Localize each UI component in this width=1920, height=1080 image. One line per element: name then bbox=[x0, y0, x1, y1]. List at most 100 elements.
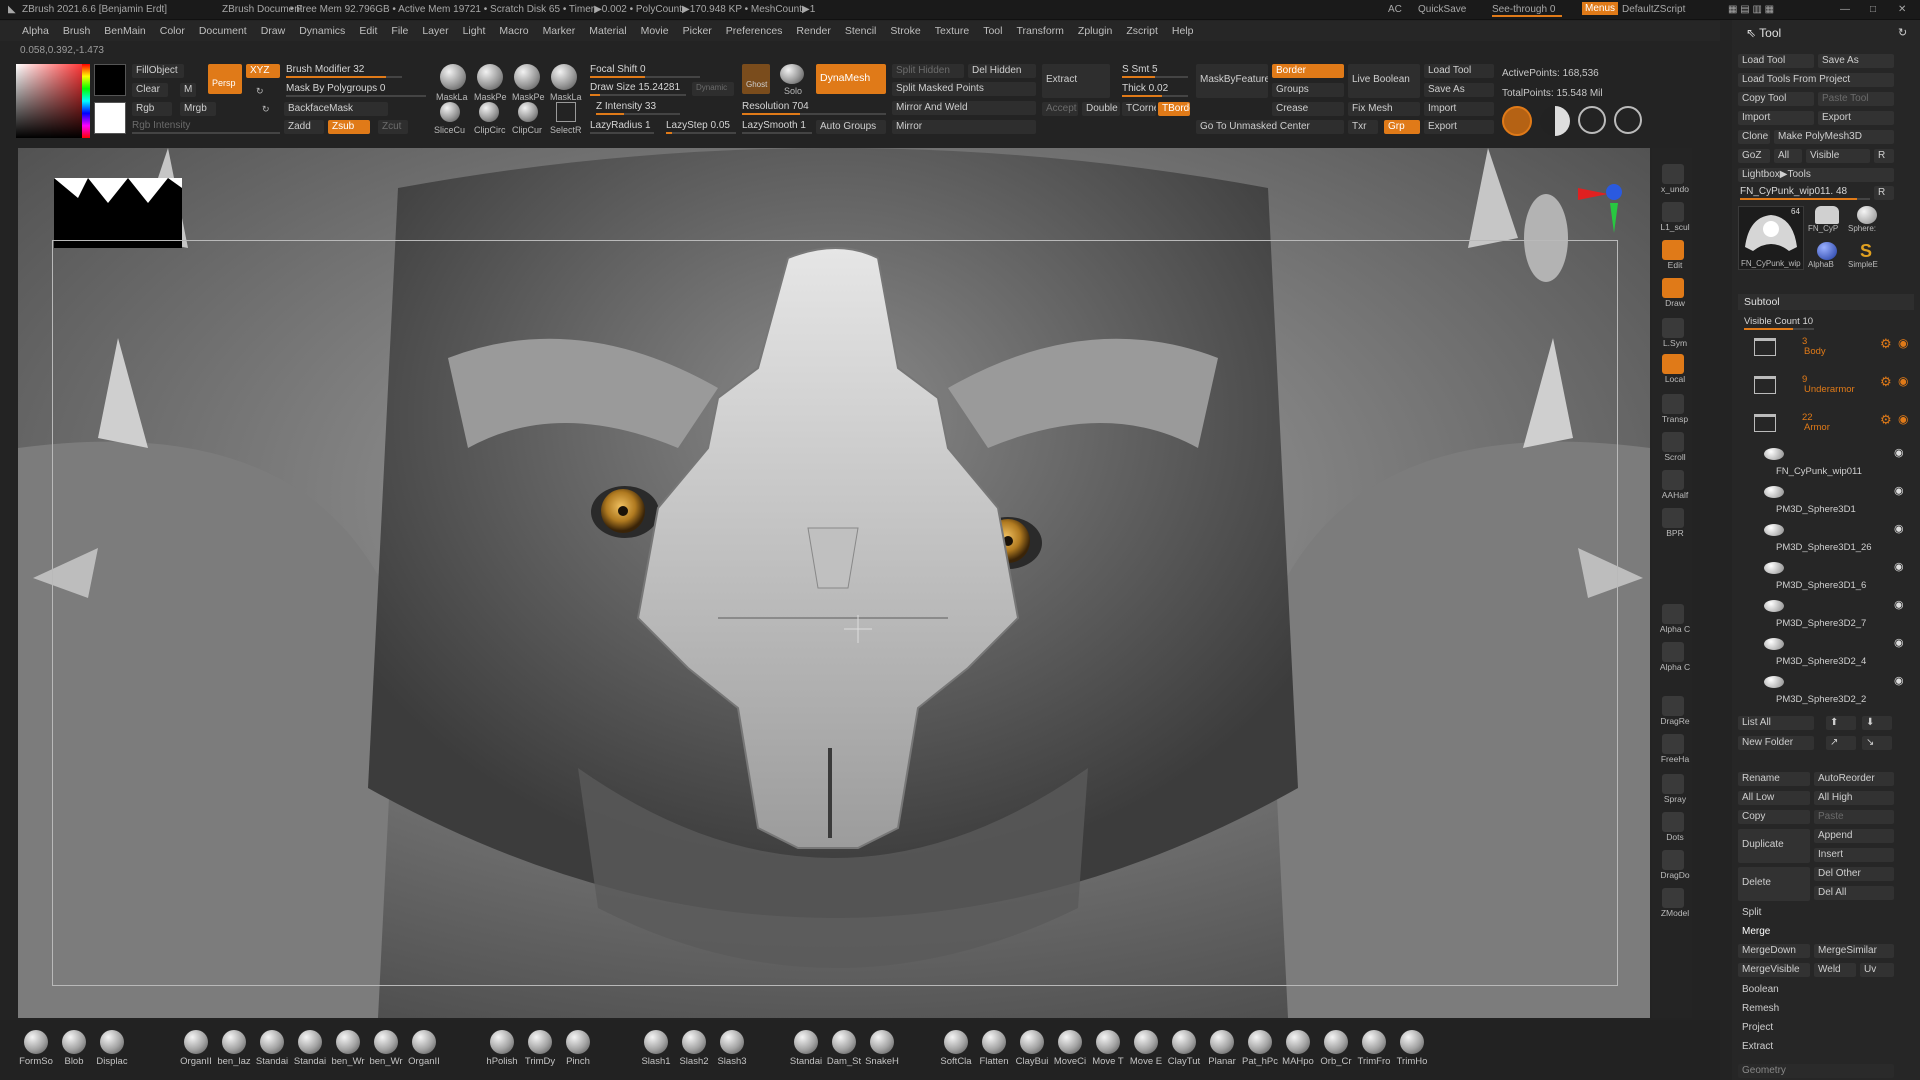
move-up-icon[interactable]: ⬆ bbox=[1826, 716, 1856, 730]
rightbar-freeha-button[interactable]: FreeHa bbox=[1658, 734, 1689, 766]
fill-object-button[interactable]: FillObject bbox=[132, 64, 184, 78]
go-to-unmasked-center-button[interactable]: Go To Unmasked Center bbox=[1196, 120, 1344, 134]
split-section[interactable]: Split bbox=[1738, 906, 1894, 920]
subtool-item[interactable]: ◉ PM3D_Sphere3D1 bbox=[1758, 484, 1920, 515]
zsub-button[interactable]: Zsub bbox=[328, 120, 370, 134]
subtool-item[interactable]: ◉ PM3D_Sphere3D1_6 bbox=[1758, 560, 1920, 591]
brush-pinch[interactable]: Pinch bbox=[560, 1030, 596, 1070]
backface-mask-button[interactable]: BackfaceMask bbox=[284, 102, 388, 116]
slice-curve-icon[interactable] bbox=[440, 102, 460, 122]
menu-zscript[interactable]: Zscript bbox=[1126, 21, 1158, 37]
brush-standai[interactable]: Standai bbox=[292, 1030, 328, 1070]
focal-shift-slider[interactable]: Focal Shift 0 bbox=[590, 64, 700, 78]
subtool-visibility-icon[interactable]: ◉ bbox=[1894, 674, 1904, 687]
auto-groups-button[interactable]: Auto Groups bbox=[816, 120, 886, 134]
brush-orb-cr[interactable]: Orb_Cr bbox=[1318, 1030, 1354, 1070]
draw-size-slider[interactable]: Draw Size 15.24281 bbox=[590, 82, 686, 96]
z-intensity-slider[interactable]: Z Intensity 33 bbox=[596, 101, 680, 115]
menu-tool[interactable]: Tool bbox=[983, 21, 1002, 37]
brush-organii[interactable]: OrganII bbox=[178, 1030, 214, 1070]
menu-light[interactable]: Light bbox=[463, 21, 486, 37]
rgb-button[interactable]: Rgb bbox=[132, 102, 172, 116]
mask-pen2-icon[interactable] bbox=[514, 64, 540, 90]
rightbar-dragdo-button[interactable]: DragDo bbox=[1658, 850, 1690, 882]
extract-button[interactable]: Extract bbox=[1042, 64, 1110, 98]
import-button[interactable]: Import bbox=[1738, 111, 1814, 125]
mirror-and-weld-button[interactable]: Mirror And Weld bbox=[892, 101, 1036, 115]
all-high-button[interactable]: All High bbox=[1814, 791, 1894, 805]
local-sym-icon[interactable] bbox=[1578, 106, 1606, 134]
lightbox-tools-button[interactable]: Lightbox▶Tools bbox=[1738, 168, 1894, 182]
goz-visible-button[interactable]: Visible bbox=[1806, 149, 1870, 163]
mask-by-polygroups-slider[interactable]: Mask By Polygroups 0 bbox=[286, 83, 426, 97]
merge-section[interactable]: Merge bbox=[1738, 925, 1894, 939]
border-button[interactable]: Border bbox=[1272, 64, 1344, 78]
brush-formso[interactable]: FormSo bbox=[18, 1030, 54, 1070]
menu-transform[interactable]: Transform bbox=[1016, 21, 1063, 37]
boolean-section[interactable]: Boolean bbox=[1738, 983, 1894, 997]
geometry-section[interactable]: Geometry bbox=[1738, 1064, 1894, 1078]
extract-section[interactable]: Extract bbox=[1738, 1040, 1894, 1054]
lazy-radius-slider[interactable]: LazyRadius 1 bbox=[590, 120, 654, 134]
make-polymesh-button[interactable]: Make PolyMesh3D bbox=[1774, 130, 1894, 144]
txr-button[interactable]: Txr bbox=[1348, 120, 1378, 134]
dynamic-button[interactable]: Dynamic bbox=[692, 82, 734, 96]
rightbar-zmodel-button[interactable]: ZModel bbox=[1658, 888, 1689, 920]
see-through-slider[interactable]: See-through 0 bbox=[1492, 4, 1562, 17]
rightbar-edit-button[interactable]: Edit bbox=[1658, 240, 1688, 272]
rotate-icon[interactable]: ↻ bbox=[256, 86, 264, 97]
clip-curve-icon[interactable] bbox=[518, 102, 538, 122]
s-smt-slider[interactable]: S Smt 5 bbox=[1122, 64, 1188, 78]
tool-thumb-simple[interactable]: S SimpleE bbox=[1848, 242, 1886, 272]
folder-settings-icon[interactable]: ⚙ bbox=[1880, 412, 1892, 428]
rightbar-l1-scul-button[interactable]: L1_scul bbox=[1658, 202, 1690, 234]
persp-button[interactable]: Persp bbox=[208, 64, 242, 94]
clip-circle-icon[interactable] bbox=[479, 102, 499, 122]
paste-button[interactable]: Paste bbox=[1814, 810, 1894, 824]
tool-r-button[interactable]: R bbox=[1874, 186, 1894, 200]
matcap-icon[interactable] bbox=[1540, 106, 1570, 136]
close-icon[interactable]: ✕ bbox=[1898, 4, 1906, 15]
mask-lasso-icon[interactable] bbox=[440, 64, 466, 90]
subtool-item[interactable]: ◉ PM3D_Sphere3D2_2 bbox=[1758, 674, 1920, 705]
rightbar-alpha-c-button[interactable]: Alpha C bbox=[1658, 642, 1690, 674]
brush-slash1[interactable]: Slash1 bbox=[638, 1030, 674, 1070]
mask-lasso2-icon[interactable] bbox=[551, 64, 577, 90]
ac-label[interactable]: AC bbox=[1388, 4, 1402, 15]
subtool-visibility-icon[interactable]: ◉ bbox=[1894, 446, 1904, 459]
subtool-item[interactable]: ◉ PM3D_Sphere3D2_4 bbox=[1758, 636, 1920, 667]
radial-sym-icon[interactable] bbox=[1614, 106, 1642, 134]
grp-button[interactable]: Grp bbox=[1384, 120, 1420, 134]
new-folder-button[interactable]: New Folder bbox=[1738, 736, 1814, 750]
menu-edit[interactable]: Edit bbox=[359, 21, 377, 37]
folder-settings-icon[interactable]: ⚙ bbox=[1880, 374, 1892, 390]
weld-button[interactable]: Weld bbox=[1814, 963, 1856, 977]
brush-slash3[interactable]: Slash3 bbox=[714, 1030, 750, 1070]
rightbar-spray-button[interactable]: Spray bbox=[1658, 774, 1688, 806]
save-as-button[interactable]: Save As bbox=[1818, 54, 1894, 68]
goz-r-button[interactable]: R bbox=[1874, 149, 1894, 163]
brush-hpolish[interactable]: hPolish bbox=[484, 1030, 520, 1070]
subtool-item[interactable]: ◉ PM3D_Sphere3D1_26 bbox=[1758, 522, 1920, 553]
rightbar-bpr-button[interactable]: BPR bbox=[1658, 508, 1688, 540]
move-down-icon[interactable]: ⬇ bbox=[1862, 716, 1892, 730]
mask-by-feature-button[interactable]: MaskByFeature bbox=[1196, 64, 1268, 98]
clone-button[interactable]: Clone bbox=[1738, 130, 1770, 144]
brush-displac[interactable]: Displac bbox=[94, 1030, 130, 1070]
append-button[interactable]: Append bbox=[1814, 829, 1894, 843]
lazy-step-slider[interactable]: LazyStep 0.05 bbox=[666, 120, 736, 134]
menu-file[interactable]: File bbox=[391, 21, 408, 37]
rename-button[interactable]: Rename bbox=[1738, 772, 1810, 786]
accept-button[interactable]: Accept bbox=[1042, 102, 1078, 116]
menu-layer[interactable]: Layer bbox=[422, 21, 448, 37]
export-button[interactable]: Export bbox=[1424, 120, 1494, 134]
load-tool-button[interactable]: Load Tool bbox=[1738, 54, 1814, 68]
del-hidden-button[interactable]: Del Hidden bbox=[968, 64, 1036, 78]
auto-reorder-button[interactable]: AutoReorder bbox=[1814, 772, 1894, 786]
brush-blob[interactable]: Blob bbox=[56, 1030, 92, 1070]
brush-flatten[interactable]: Flatten bbox=[976, 1030, 1012, 1070]
menu-dynamics[interactable]: Dynamics bbox=[299, 21, 345, 37]
project-section[interactable]: Project bbox=[1738, 1021, 1894, 1035]
rightbar-alpha-c-button[interactable]: Alpha C bbox=[1658, 604, 1690, 636]
menu-benmain[interactable]: BenMain bbox=[104, 21, 145, 37]
